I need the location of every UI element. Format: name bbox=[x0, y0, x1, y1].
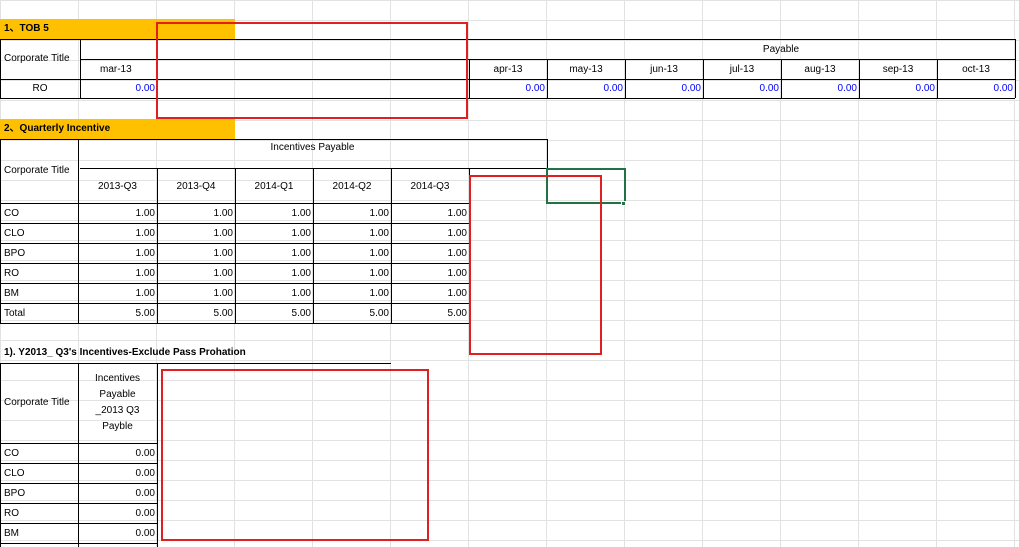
s2-quarter-2[interactable]: 2013-Q4 bbox=[157, 178, 235, 196]
s2-row-label-bm[interactable]: BM bbox=[0, 284, 78, 303]
section3-heading[interactable]: 1). Y2013_ Q3's Incentives-Exclude Pass … bbox=[4, 344, 404, 362]
s2-cell[interactable]: 1.00 bbox=[391, 284, 469, 303]
s3-row-label-co[interactable]: CO bbox=[0, 444, 78, 463]
s1-month-jun[interactable]: jun-13 bbox=[625, 60, 703, 79]
s2-cell[interactable]: 1.00 bbox=[391, 204, 469, 223]
s2-cell[interactable]: 1.00 bbox=[235, 224, 313, 243]
s2-quarter-3[interactable]: 2014-Q1 bbox=[235, 178, 313, 196]
s2-cell[interactable]: 1.00 bbox=[157, 284, 235, 303]
s2-quarter-4[interactable]: 2014-Q2 bbox=[313, 178, 391, 196]
s2-cell[interactable]: 1.00 bbox=[313, 204, 391, 223]
s2-row-label-ro[interactable]: RO bbox=[0, 264, 78, 283]
s2-cell[interactable]: 1.00 bbox=[391, 264, 469, 283]
s3-cell[interactable]: 0.00 bbox=[78, 484, 157, 503]
s3-row-label-bpo[interactable]: BPO bbox=[0, 484, 78, 503]
s1-payable-header[interactable]: Payable bbox=[547, 40, 1015, 59]
s1-border-c8 bbox=[1015, 39, 1016, 98]
s2-cell[interactable]: 1.00 bbox=[78, 264, 157, 283]
s1-value-mar[interactable]: 0.00 bbox=[80, 80, 157, 98]
s1-border-bottom bbox=[0, 98, 1015, 99]
s1-month-oct[interactable]: oct-13 bbox=[937, 60, 1015, 79]
s2-cell[interactable]: 1.00 bbox=[313, 284, 391, 303]
s2-quarter-5[interactable]: 2014-Q3 bbox=[391, 178, 469, 196]
s2-border-right bbox=[547, 139, 548, 169]
s3-corporate-title[interactable]: Corporate Title bbox=[0, 394, 78, 412]
s2-cell[interactable]: 1.00 bbox=[235, 284, 313, 303]
s2-row-label-bpo[interactable]: BPO bbox=[0, 244, 78, 263]
s3-header-line-2[interactable]: Payable bbox=[78, 387, 157, 403]
s1-value-sep[interactable]: 0.00 bbox=[859, 80, 937, 98]
s2-cell[interactable]: 5.00 bbox=[313, 304, 391, 323]
s1-value-aug[interactable]: 0.00 bbox=[781, 80, 859, 98]
s3-cell[interactable]: 0.00 bbox=[78, 524, 157, 543]
s2-border-mid bbox=[80, 168, 549, 169]
s3-row-label-ro[interactable]: RO bbox=[0, 504, 78, 523]
s3-cell[interactable]: 0.00 bbox=[78, 464, 157, 483]
s2-cell[interactable]: 5.00 bbox=[235, 304, 313, 323]
s2-cell[interactable]: 5.00 bbox=[391, 304, 469, 323]
fill-handle[interactable] bbox=[621, 201, 626, 206]
s2-cell[interactable]: 1.00 bbox=[78, 244, 157, 263]
s1-row-label[interactable]: RO bbox=[0, 80, 80, 98]
s2-cell[interactable]: 1.00 bbox=[391, 224, 469, 243]
annotation-box-1 bbox=[156, 22, 468, 119]
s2-cell[interactable]: 1.00 bbox=[157, 224, 235, 243]
s3-cell[interactable]: 0.00 bbox=[78, 504, 157, 523]
s3-cell[interactable]: 0.00 bbox=[78, 444, 157, 463]
s2-border-bottom bbox=[0, 323, 469, 324]
s3-border-right bbox=[157, 363, 158, 547]
s2-row-label-co[interactable]: CO bbox=[0, 204, 78, 223]
s2-cell[interactable]: 1.00 bbox=[313, 224, 391, 243]
s2-cell[interactable]: 1.00 bbox=[313, 264, 391, 283]
s1-month-sep[interactable]: sep-13 bbox=[859, 60, 937, 79]
s1-month-may[interactable]: may-13 bbox=[547, 60, 625, 79]
s1-value-may[interactable]: 0.00 bbox=[547, 80, 625, 98]
s2-incentives-header[interactable]: Incentives Payable bbox=[78, 140, 547, 156]
s1-value-jul[interactable]: 0.00 bbox=[703, 80, 781, 98]
s3-row-label-bm[interactable]: BM bbox=[0, 524, 78, 543]
s2-cell[interactable]: 1.00 bbox=[157, 244, 235, 263]
s2-cell[interactable]: 1.00 bbox=[157, 204, 235, 223]
s2-cell[interactable]: 1.00 bbox=[313, 244, 391, 263]
s2-cell[interactable]: 1.00 bbox=[78, 204, 157, 223]
s2-cell[interactable]: 1.00 bbox=[235, 244, 313, 263]
s2-cell[interactable]: 1.00 bbox=[391, 244, 469, 263]
s2-cell[interactable]: 1.00 bbox=[78, 224, 157, 243]
s2-cell[interactable]: 1.00 bbox=[235, 264, 313, 283]
s3-border-top bbox=[0, 363, 391, 364]
s2-row-label-total[interactable]: Total bbox=[0, 304, 78, 323]
s1-month-apr[interactable]: apr-13 bbox=[469, 60, 547, 79]
s2-corporate-title[interactable]: Corporate Title bbox=[0, 162, 80, 180]
s2-cell[interactable]: 5.00 bbox=[157, 304, 235, 323]
s1-month-jul[interactable]: jul-13 bbox=[703, 60, 781, 79]
s1-value-oct[interactable]: 0.00 bbox=[937, 80, 1015, 98]
s3-header-line-1[interactable]: Incentives bbox=[78, 371, 157, 387]
s3-row-label-clo[interactable]: CLO bbox=[0, 464, 78, 483]
s1-corporate-title[interactable]: Corporate Title bbox=[0, 50, 80, 68]
s2-quarter-1[interactable]: 2013-Q3 bbox=[78, 178, 157, 196]
s2-cell[interactable]: 1.00 bbox=[78, 284, 157, 303]
annotation-box-3 bbox=[161, 369, 429, 541]
s2-cell[interactable]: 5.00 bbox=[78, 304, 157, 323]
s3-header-line-4[interactable]: Payble bbox=[78, 419, 157, 435]
s1-month-mar[interactable]: mar-13 bbox=[96, 60, 156, 79]
s2-cell[interactable]: 1.00 bbox=[157, 264, 235, 283]
s1-value-apr[interactable]: 0.00 bbox=[469, 80, 547, 98]
s2-row-label-clo[interactable]: CLO bbox=[0, 224, 78, 243]
s1-value-jun[interactable]: 0.00 bbox=[625, 80, 703, 98]
s1-month-aug[interactable]: aug-13 bbox=[781, 60, 859, 79]
s3-header-line-3[interactable]: _2013 Q3 bbox=[78, 403, 157, 419]
s2-cell[interactable]: 1.00 bbox=[235, 204, 313, 223]
section2-heading[interactable]: 2、Quarterly Incentive bbox=[0, 119, 235, 139]
annotation-box-2 bbox=[469, 175, 602, 355]
